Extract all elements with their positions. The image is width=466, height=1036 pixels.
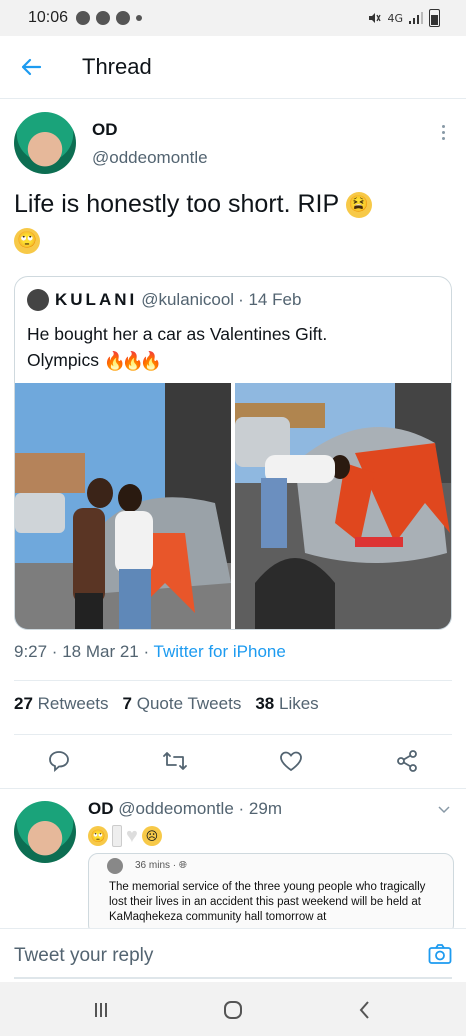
eye-roll-emoji-icon: 🙄	[14, 228, 40, 255]
tweet-time: 9:27 · 18 Mar 21 ·	[14, 642, 154, 661]
reply-author-handle[interactable]: @oddeomontle	[118, 799, 234, 818]
reply-button[interactable]	[46, 748, 72, 774]
avatar[interactable]	[14, 801, 76, 863]
eye-roll-emoji-icon: 🙄	[88, 826, 108, 846]
network-type: 4G	[387, 11, 403, 25]
reply-composer[interactable]: Tweet your reply	[0, 928, 466, 983]
retweets-label: Retweets	[37, 694, 109, 713]
car-ribbon-photo	[235, 383, 451, 629]
back-button[interactable]	[18, 54, 44, 80]
quoted-image-1[interactable]	[15, 383, 231, 629]
share-button[interactable]	[394, 748, 420, 774]
card-time: 36 mins ·	[135, 860, 179, 871]
quotes-label: Quote Tweets	[136, 694, 242, 713]
quotes-count: 7	[122, 694, 132, 713]
reply-header: OD @oddeomontle · 29m	[88, 799, 282, 819]
reply-input[interactable]: Tweet your reply	[14, 945, 153, 967]
composer-underline	[14, 977, 452, 979]
quoted-text-line1: He bought her a car as Valentines Gift.	[27, 324, 328, 344]
retweets-stat[interactable]: 27 Retweets	[14, 694, 109, 714]
quoted-tweet[interactable]: KULANI @kulanicool · 14 Feb He bought he…	[14, 276, 452, 630]
status-bar: 10:06 4G	[0, 0, 466, 36]
chat-notification-icon	[76, 11, 91, 25]
battery-icon	[429, 9, 440, 27]
reply-icon	[49, 751, 69, 772]
tweet-timestamp: 9:27 · 18 Mar 21 · Twitter for iPhone	[14, 642, 286, 662]
author-handle[interactable]: @oddeomontle	[92, 148, 208, 168]
tweet-source-link[interactable]: Twitter for iPhone	[154, 642, 286, 661]
card-text: The memorial service of the three young …	[109, 881, 426, 923]
quoted-avatar	[27, 289, 49, 311]
likes-count: 38	[255, 694, 275, 713]
fire-icon: 🔥	[139, 351, 163, 372]
recents-icon[interactable]	[90, 1000, 112, 1020]
reply-emojis: 🙄 ♥ ☹	[88, 825, 162, 847]
chevron-down-icon[interactable]	[438, 803, 450, 815]
like-icon	[280, 751, 302, 772]
quoted-date: · 14 Feb	[238, 290, 302, 309]
retweets-count: 27	[14, 694, 33, 713]
reply-author-name[interactable]: OD	[88, 799, 114, 818]
author-name[interactable]: OD	[92, 120, 118, 140]
system-indicators: 4G	[367, 9, 440, 27]
tweet-text: Life is honestly too short. RIP 😫 🙄	[14, 186, 444, 258]
likes-stat[interactable]: 38 Likes	[255, 694, 318, 714]
reply-time: · 29m	[238, 799, 282, 818]
back-arrow-icon	[21, 58, 42, 76]
white-heart-emoji-icon: ♥	[126, 825, 138, 847]
frowning-face-emoji-icon: ☹	[141, 826, 162, 846]
thread-header: Thread	[0, 36, 466, 99]
quoted-author-name: KULANI	[55, 290, 138, 309]
retweet-icon	[163, 752, 187, 770]
candle-emoji-icon	[112, 825, 122, 847]
card-meta: 36 mins · 🌐︎	[135, 860, 187, 871]
system-nav-bar	[0, 982, 466, 1036]
like-button[interactable]	[278, 748, 304, 774]
home-icon[interactable]	[222, 1000, 244, 1020]
source-avatar-icon	[107, 858, 123, 874]
divider	[14, 734, 452, 735]
fire-icon: 🔥	[121, 351, 145, 372]
browser-notification-icon	[116, 11, 131, 25]
camera-icon[interactable]	[428, 943, 452, 965]
mute-icon	[369, 13, 382, 23]
signal-icon	[409, 12, 423, 24]
tweet-stats: 27 Retweets 7 Quote Tweets 38 Likes	[14, 694, 319, 714]
reply-tweet[interactable]: OD @oddeomontle · 29m 🙄 ♥ ☹ 36 mins · 🌐︎…	[0, 788, 466, 929]
likes-label: Likes	[278, 694, 319, 713]
tired-face-emoji-icon: 😫	[345, 192, 372, 219]
tweet-author: OD @oddeomontle	[14, 112, 454, 176]
retweet-button[interactable]	[162, 748, 188, 774]
divider	[14, 680, 452, 681]
quoted-tweet-header: KULANI @kulanicool · 14 Feb	[27, 289, 301, 311]
quoted-author-handle: @kulanicool	[141, 290, 235, 309]
tweet-body: Life is honestly too short. RIP	[14, 190, 339, 218]
reply-image-card[interactable]: 36 mins · 🌐︎ The memorial service of the…	[88, 853, 454, 929]
quotes-stat[interactable]: 7 Quote Tweets	[123, 694, 242, 714]
couple-car-photo	[15, 383, 231, 629]
more-icon[interactable]	[438, 122, 448, 143]
tweet-actions	[0, 736, 466, 786]
quoted-image-2[interactable]	[235, 383, 451, 629]
app-notification-icon	[96, 11, 111, 25]
notification-icons	[76, 11, 143, 25]
more-notifications-icon	[136, 15, 143, 21]
status-time: 10:06	[28, 9, 69, 26]
quoted-tweet-text: He bought her a car as Valentines Gift. …	[27, 321, 437, 373]
avatar[interactable]	[14, 112, 76, 174]
share-icon	[397, 750, 417, 772]
quoted-text-line2: Olympics	[27, 350, 99, 370]
page-title: Thread	[82, 54, 152, 79]
fire-icon: 🔥	[103, 351, 127, 372]
back-icon[interactable]	[354, 1000, 376, 1020]
